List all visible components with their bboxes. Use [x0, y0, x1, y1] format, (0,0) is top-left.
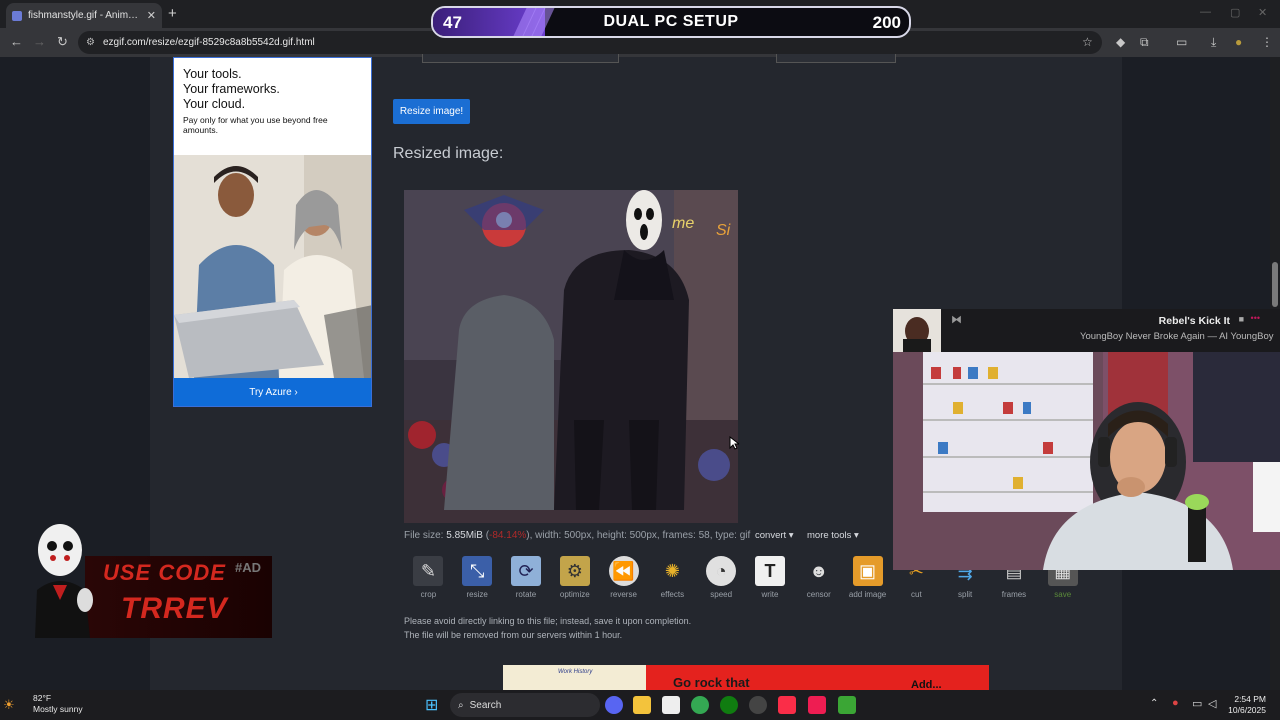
tool-censor[interactable]: ☻ censor	[794, 556, 843, 600]
promo-code-overlay: USE CODE TRREV #AD	[15, 520, 272, 638]
ad-photo	[174, 155, 371, 378]
goal-title: DUAL PC SETUP	[603, 13, 739, 30]
extension-diamond-icon[interactable]: ◆	[1116, 35, 1125, 49]
convert-dropdown[interactable]: convert ▾	[755, 530, 794, 541]
volume-icon[interactable]: ◁	[1208, 697, 1216, 710]
close-tab-icon[interactable]: ✕	[147, 9, 156, 22]
sidebar-icon[interactable]: ▭	[1176, 35, 1187, 49]
mouse-cursor-icon	[729, 436, 739, 450]
notice-text: Please avoid directly linking to this fi…	[404, 616, 692, 640]
tool-effects[interactable]: ✺ effects	[648, 556, 697, 600]
bottom-ad-banner[interactable]: Work History Go rock that Add...	[503, 665, 989, 690]
resize-icon: ⤡	[462, 556, 493, 586]
audio-wave-icon: ⧓	[951, 314, 962, 326]
height-input[interactable]	[776, 54, 896, 63]
tiktok-icon[interactable]	[808, 696, 826, 714]
try-azure-button[interactable]: Try Azure ›	[174, 378, 371, 406]
ad-tag: Work History	[558, 669, 593, 675]
back-icon[interactable]: ←	[10, 34, 23, 49]
site-info-icon[interactable]: ⚙	[86, 37, 95, 48]
crop-icon: ✎	[413, 556, 444, 586]
track-title: Rebel's Kick It	[1158, 315, 1230, 327]
more-dots-icon: •••	[1250, 313, 1260, 323]
scrollbar-thumb[interactable]	[1272, 262, 1278, 307]
start-menu-icon[interactable]: ⊞	[425, 695, 438, 714]
mic-icon[interactable]: ●	[1172, 697, 1179, 709]
discord-icon[interactable]	[605, 696, 623, 714]
track-artist: YoungBoy Never Broke Again — AI YoungBoy	[1080, 331, 1274, 342]
ad-tag-label: #AD	[235, 560, 262, 575]
tool-write[interactable]: Twrite	[746, 556, 795, 599]
resize-image-button[interactable]: Resize image!	[393, 99, 470, 124]
reload-icon[interactable]: ↻	[57, 34, 68, 50]
minecraft-icon[interactable]	[838, 696, 856, 714]
goal-target: 200	[872, 13, 901, 32]
file-size: 5.85MiB	[446, 530, 483, 541]
xbox-icon[interactable]	[720, 696, 738, 714]
url-text: ezgif.com/resize/ezgif-8529c8a8b5542d.gi…	[102, 37, 315, 48]
epic-games-icon[interactable]	[662, 696, 680, 714]
explicit-icon: ■	[1238, 314, 1244, 324]
tool-rotate[interactable]: ⟳ rotate	[502, 556, 551, 599]
tool-reverse[interactable]: ⏪ reverse	[599, 556, 648, 599]
network-icon[interactable]: ▭	[1192, 697, 1202, 710]
clock[interactable]: 2:54 PM 10/6/2025	[1228, 694, 1266, 716]
ad-body: Pay only for what you use beyond free am…	[183, 115, 328, 135]
bookmark-star-icon[interactable]: ☆	[1082, 35, 1093, 49]
profile-avatar-icon[interactable]: ●	[1235, 35, 1242, 49]
use-code-text: USE CODE	[103, 560, 226, 585]
now-playing-widget: ⧓ Rebel's Kick It ■ ••• YoungBoy Never B…	[893, 309, 1280, 352]
censor-icon: ☻	[809, 560, 829, 581]
width-input[interactable]	[422, 54, 619, 63]
chrome-icon[interactable]	[691, 696, 709, 714]
album-art	[893, 309, 941, 352]
tool-add-image[interactable]: ▣ add image	[843, 556, 892, 599]
ad-text: Go rock that	[673, 675, 750, 690]
file-explorer-icon[interactable]	[633, 696, 651, 714]
weather-icon: ☀	[3, 697, 15, 712]
tool-resize[interactable]: ⤡ resize	[453, 556, 502, 599]
site-favicon-icon	[12, 10, 22, 21]
file-info: File size: 5.85MiB (-84.14%), width: 500…	[404, 530, 751, 541]
taskbar: ☀ 82°F Mostly sunny ⊞ ⌕ Search ⌃ ● ▭ ◁ 2…	[0, 690, 1280, 720]
speed-icon: ◔	[706, 556, 737, 586]
tool-optimize[interactable]: ⚙ optimize	[550, 556, 599, 599]
taskbar-search[interactable]: ⌕ Search	[450, 693, 600, 717]
azure-ad[interactable]: Your tools. Your frameworks. Your cloud.…	[173, 57, 372, 407]
goal-overlay: 47 DUAL PC SETUP 200	[431, 6, 911, 38]
more-tools-dropdown[interactable]: more tools ▾	[807, 530, 859, 541]
resized-image-heading: Resized image:	[393, 145, 504, 162]
search-icon: ⌕	[458, 699, 464, 711]
svg-text:me: me	[672, 215, 694, 232]
minimize-icon[interactable]: —	[1200, 6, 1211, 18]
tray-chevron-icon[interactable]: ⌃	[1150, 698, 1158, 709]
resized-gif-preview: me Si	[404, 190, 738, 523]
music-app-icon[interactable]	[778, 696, 796, 714]
ad-right-text: Add...	[911, 679, 942, 690]
close-window-icon[interactable]: ✕	[1258, 6, 1267, 19]
extensions-icon[interactable]: ⧉	[1140, 35, 1149, 50]
download-icon[interactable]: ⤓	[1211, 35, 1216, 50]
weather-widget[interactable]: 82°F Mostly sunny	[16, 693, 83, 715]
svg-text:Si: Si	[716, 222, 731, 239]
reverse-icon: ⏪	[608, 556, 639, 586]
add-image-icon: ▣	[852, 556, 883, 586]
new-tab-button[interactable]: +	[168, 5, 177, 22]
effects-icon: ✺	[664, 560, 680, 581]
tool-speed[interactable]: ◔ speed	[697, 556, 746, 599]
webcam-feed	[893, 352, 1280, 570]
maximize-icon[interactable]: ▢	[1230, 6, 1240, 19]
forward-icon[interactable]: →	[33, 34, 46, 49]
write-icon: T	[754, 556, 785, 586]
promo-code: TRREV	[121, 592, 228, 625]
browser-tab[interactable]: fishmanstyle.gif - Animated im ✕	[6, 3, 162, 28]
obs-icon[interactable]	[749, 696, 767, 714]
ad-headline: Your tools. Your frameworks. Your cloud.	[183, 67, 280, 111]
rotate-icon: ⟳	[510, 556, 541, 586]
tool-crop[interactable]: ✎ crop	[404, 556, 453, 599]
size-diff: -84.14%	[489, 530, 527, 541]
tab-title: fishmanstyle.gif - Animated im	[28, 10, 141, 21]
menu-dots-icon[interactable]: ⋮	[1261, 35, 1273, 49]
optimize-icon: ⚙	[559, 556, 590, 586]
